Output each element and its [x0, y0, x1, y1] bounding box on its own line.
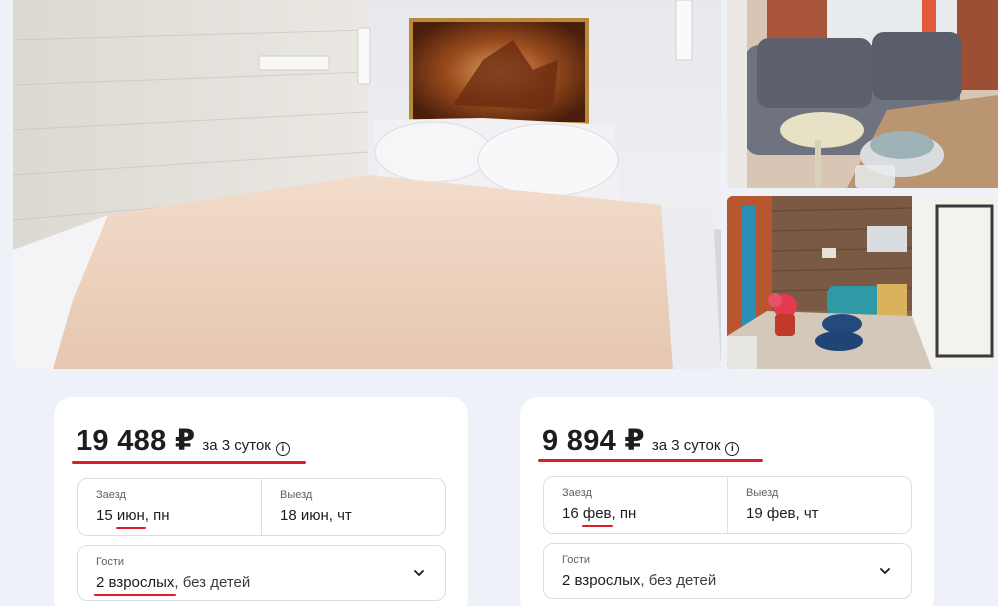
- checkin-month: июн: [116, 507, 145, 524]
- checkout-label: Выезд: [280, 489, 313, 501]
- price-total: 19 488 ₽: [76, 425, 196, 457]
- guests-adults: 2 взрослых: [96, 574, 175, 591]
- price-period: за 3 суток: [202, 437, 271, 454]
- chevron-down-icon[interactable]: [413, 567, 425, 579]
- checkin-label: Заезд: [562, 487, 592, 499]
- main-photo-bedroom[interactable]: [13, 0, 721, 369]
- dates-field: Заезд 15 июн, пн Выезд 18 июн, чт: [77, 478, 446, 536]
- checkin-weekday: , пн: [611, 505, 637, 522]
- checkout-value: 19 фев, чт: [746, 505, 819, 522]
- price-highlight-underline: [72, 461, 306, 464]
- checkin-day: 15: [96, 507, 113, 524]
- guests-value: 2 взрослых, без детей: [562, 572, 911, 589]
- info-icon[interactable]: i: [725, 442, 740, 456]
- sofa-image: [727, 0, 998, 188]
- checkin-value: 16 фев, пн: [562, 505, 727, 522]
- side-photo-kitchen[interactable]: [727, 196, 998, 369]
- checkin-value: 15 июн, пн: [96, 507, 261, 524]
- guests-children: , без детей: [640, 572, 717, 589]
- booking-card-1: 19 488 ₽ за 3 суток i Заезд 15 июн, пн В…: [54, 397, 468, 606]
- checkin-label: Заезд: [96, 489, 126, 501]
- guests-value: 2 взрослых, без детей: [96, 574, 445, 591]
- price-period: за 3 суток: [651, 437, 721, 454]
- price-row: 19 488 ₽ за 3 суток i: [76, 423, 290, 458]
- guests-select[interactable]: Гости 2 взрослых, без детей: [543, 543, 912, 599]
- booking-card-2: 9 894 ₽ за 3 суток i Заезд 16 фев, пн Вы…: [520, 397, 934, 606]
- price-row: 9 894 ₽ за 3 суток i: [542, 423, 740, 458]
- guests-label: Гости: [562, 554, 591, 566]
- checkout-field[interactable]: Выезд 19 фев, чт: [727, 477, 911, 533]
- checkin-weekday: , пн: [144, 507, 170, 524]
- checkin-month: фев: [582, 505, 612, 522]
- checkout-label: Выезд: [746, 487, 779, 499]
- side-photo-sofa[interactable]: [727, 0, 998, 188]
- guests-adults: 2 взрослых: [562, 572, 641, 589]
- price-total: 9 894 ₽: [542, 425, 645, 457]
- checkin-field[interactable]: Заезд 15 июн, пн: [78, 479, 261, 535]
- guests-children: , без детей: [174, 574, 251, 591]
- photo-gallery: [0, 0, 998, 370]
- info-icon[interactable]: i: [275, 442, 290, 456]
- checkout-field[interactable]: Выезд 18 июн, чт: [261, 479, 445, 535]
- kitchen-image: [727, 196, 998, 369]
- chevron-down-icon[interactable]: [879, 565, 891, 577]
- price-highlight-underline: [538, 459, 763, 462]
- guests-select[interactable]: Гости 2 взрослых, без детей: [77, 545, 446, 601]
- checkin-field[interactable]: Заезд 16 фев, пн: [544, 477, 727, 533]
- checkin-day: 16: [562, 505, 579, 522]
- dates-field: Заезд 16 фев, пн Выезд 19 фев, чт: [543, 476, 912, 534]
- checkout-value: 18 июн, чт: [280, 507, 352, 524]
- bedroom-image: [13, 0, 721, 369]
- guests-label: Гости: [96, 556, 125, 568]
